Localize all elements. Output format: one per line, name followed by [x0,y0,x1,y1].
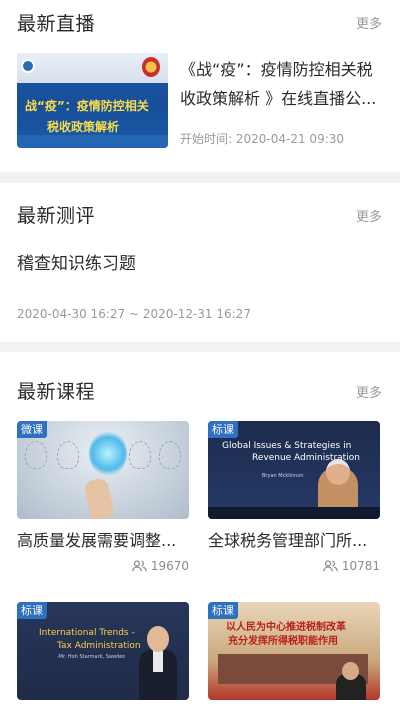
live-item-time: 开始时间: 2020-04-21 09:30 [180,130,344,147]
course-views: 10781 [323,559,380,573]
thumbnail-title-line1: 以人民为中心推进税制改革 [226,622,346,633]
thumbnail-title-line2: 充分发挥所得税职能作用 [228,636,338,647]
live-more-link[interactable]: 更多 [356,13,382,32]
course-views-count: 19670 [150,559,189,573]
thumbnail-title-line1: 战“疫”：疫情防控相关 [25,99,149,113]
live-time-label: 开始时间: [180,132,233,146]
glowing-bulb-icon [89,431,127,476]
test-item-name[interactable]: 稽查知识练习题 [17,249,136,274]
live-thumbnail[interactable]: 战“疫”：疫情防控相关 税收政策解析 [17,53,168,148]
test-item-date-range: 2020-04-30 16:27 ~ 2020-12-31 16:27 [17,307,251,321]
course-section-title: 最新课程 [17,381,96,403]
tax-emblem-icon [142,57,160,77]
thumbnail-speaker-name: Bryan Mcklinnon [262,473,304,479]
bulb-icon [159,441,181,469]
course-type-badge: 标课 [17,602,47,619]
speaker-shirt-image [153,650,163,672]
bulb-icon [129,441,151,469]
thumbnail-title-line1: International Trends - [39,628,135,638]
speaker-head-image [326,459,350,485]
speaker-head-image [147,626,169,652]
course-thumbnail[interactable]: 微课 [17,421,189,519]
thumbnail-speaker-name: -Mr. Hoh Starmark, Sweden [57,654,126,660]
course-section: 最新课程 更多 微课 高质量发展需要调整... 19670 Global Iss… [0,352,400,711]
course-views-count: 10781 [341,559,380,573]
hand-image [83,476,115,519]
bulb-icon [57,441,79,469]
course-thumbnail[interactable]: 以人民为中心推进税制改革 充分发挥所得税职能作用 标课 [208,602,380,700]
live-item-title[interactable]: 《战“疫”：疫情防控相关税收政策解析 》在线直播公... [180,55,385,113]
course-thumbnail[interactable]: International Trends - Tax Administratio… [17,602,189,700]
thumbnail-title-line1: Global Issues & Strategies in [222,441,352,451]
course-title[interactable]: 全球税务管理部门所... [208,527,380,551]
course-thumbnail[interactable]: Global Issues & Strategies in Revenue Ad… [208,421,380,519]
live-section-title: 最新直播 [17,13,96,35]
users-icon [132,560,147,572]
bulb-icon [25,441,47,469]
course-views: 19670 [132,559,189,573]
test-section-title: 最新测评 [17,205,96,227]
live-time-value: 2020-04-21 09:30 [235,132,345,146]
school-logo-icon [21,59,35,73]
thumbnail-title-line2: Tax Administration [57,641,141,651]
test-section: 最新测评 更多 稽查知识练习题 2020-04-30 16:27 ~ 2020-… [0,183,400,342]
course-type-badge: 标课 [208,602,238,619]
speaker-head-image [342,662,359,680]
thumbnail-title-line2: 税收政策解析 [47,120,120,134]
users-icon [323,560,338,572]
course-title[interactable]: 高质量发展需要调整... [17,527,189,551]
thumbnail-bar [208,507,380,519]
thumbnail-band [17,135,168,148]
course-type-badge: 微课 [17,421,47,438]
course-type-badge: 标课 [208,421,238,438]
course-more-link[interactable]: 更多 [356,382,382,401]
test-more-link[interactable]: 更多 [356,206,382,225]
live-section: 最新直播 更多 战“疫”：疫情防控相关 税收政策解析 《战“疫”：疫情防控相关税… [0,0,400,172]
